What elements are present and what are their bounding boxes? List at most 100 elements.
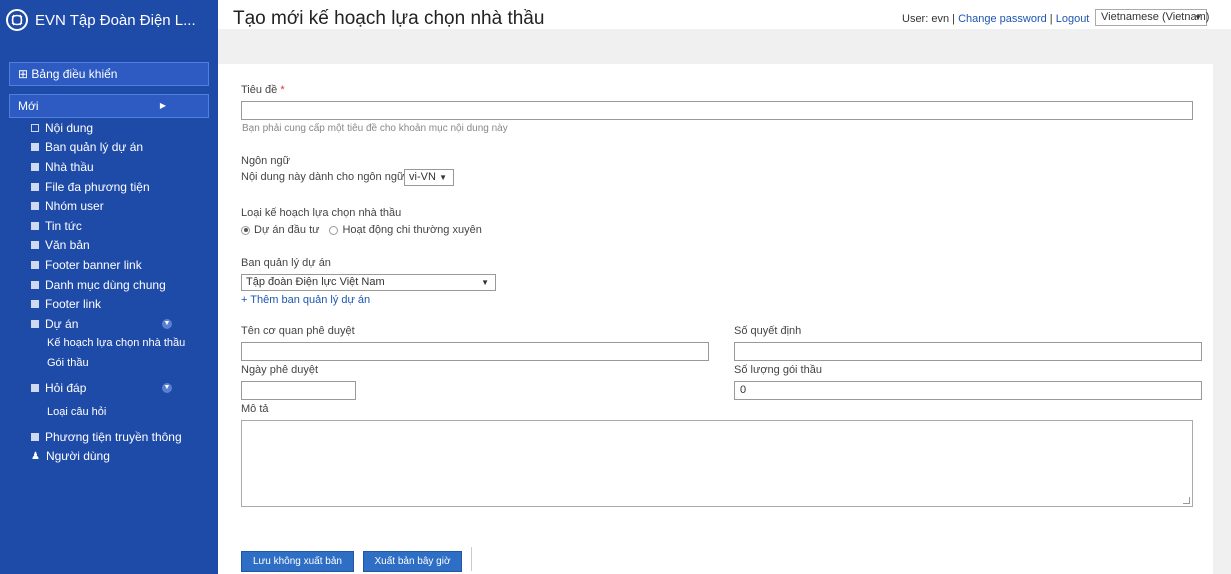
sidebar-item-hoi-dap[interactable]: Hỏi đáp ▼ [0,378,218,398]
sidebar-item-label: Người dùng [45,449,110,464]
sidebar-item-loai-cau-hoi[interactable]: Loại câu hỏi [0,402,218,422]
language-code-select[interactable]: vi-VN ▼ [404,169,454,186]
list-icon [31,280,39,289]
sidebar-item-file[interactable]: File đa phương tiện [0,177,218,197]
list-icon [31,182,39,191]
sidebar-item-label: Văn bản [45,238,90,253]
radio-du-an-dau-tu[interactable] [241,225,250,235]
required-mark: * [280,84,285,96]
brand[interactable]: EVN Tập Đoàn Điện L... [6,7,196,33]
sidebar-dashboard[interactable]: ⊞ Bảng điều khiển [9,62,209,86]
sidebar-item-label: Danh mục dùng chung [45,277,166,292]
sidebar-item-nhom-user[interactable]: Nhóm user [0,196,218,216]
language-desc: Nội dung này dành cho ngôn ngữ [241,171,405,183]
dropdown-arrow-icon: ▼ [439,173,447,182]
sidebar-item-label: Kế hoạch lựa chọn nhà thầu [47,337,186,350]
sidebar-new-label: Mới [18,99,39,113]
title-input[interactable] [241,101,1193,120]
media-icon [31,432,39,441]
evn-logo-icon [6,9,28,31]
plan-type-label: Loại kế hoạch lựa chọn nhà thầu [241,207,402,219]
sidebar-item-label: Hỏi đáp [45,380,87,395]
sidebar-item-ban-quan-ly[interactable]: Ban quản lý dự án [0,138,218,158]
description-label: Mô tả [241,403,269,415]
sidebar-item-nha-thau[interactable]: Nhà thầu [0,157,218,177]
sidebar-item-goi-thau[interactable]: Gói thầu [0,353,218,373]
sidebar-item-label: Nhà thầu [45,159,94,174]
sidebar-item-ke-hoach[interactable]: Kế hoạch lựa chọn nhà thầu [0,334,218,354]
language-code-value: vi-VN [409,171,436,183]
chevron-down-icon[interactable]: ▼ [162,318,172,329]
separator: | [952,13,955,25]
sidebar-item-footer-banner[interactable]: Footer banner link [0,255,218,275]
sidebar-item-nguoi-dung[interactable]: ♟ Người dùng [0,447,218,467]
sidebar-item-label: File đa phương tiện [45,179,150,194]
description-textarea[interactable] [241,420,1193,507]
sidebar-item-tin-tuc[interactable]: Tin tức [0,216,218,236]
sidebar-item-footer-link[interactable]: Footer link [0,294,218,314]
user-name: User: evn [902,13,950,25]
approve-date-input[interactable] [241,381,356,400]
approver-input[interactable] [241,342,709,361]
brand-name: EVN Tập Đoàn Điện L... [35,11,196,29]
package-count-label: Số lượng gói thầu [734,364,822,376]
sidebar-item-label: Footer link [45,297,102,312]
sidebar-dashboard-label: ⊞ Bảng điều khiển [18,67,118,81]
list-icon [31,143,39,152]
approve-date-label: Ngày phê duyệt [241,364,319,376]
title-label: Tiêu đề * [241,84,285,96]
page-title: Tạo mới kế hoạch lựa chọn nhà thầu [233,8,545,29]
chevron-down-icon[interactable]: ▼ [162,382,172,393]
sidebar-item-noi-dung[interactable]: Nội dung [0,118,218,138]
title-label-text: Tiêu đề [241,84,278,96]
list-icon [31,221,39,230]
list-icon [31,319,39,328]
dropdown-arrow-icon: ▼ [1194,13,1202,22]
sidebar-item-label: Gói thầu [47,356,89,369]
decision-input[interactable] [734,342,1202,361]
sidebar-nav: Nội dung Ban quản lý dự án Nhà thầu File… [0,118,218,466]
sidebar-item-label: Ban quản lý dự án [45,140,144,155]
sidebar-item-label: Loại câu hỏi [47,406,107,419]
list-icon [31,383,39,392]
chevron-right-icon: ▶ [159,101,167,110]
radio-hoat-dong-chi[interactable] [329,225,339,235]
radio-label: Dự án đầu tư [254,224,320,236]
sidebar-item-van-ban[interactable]: Văn bản [0,236,218,256]
radio-label: Hoạt động chi thường xuyên [342,224,482,236]
logout-link[interactable]: Logout [1056,13,1090,25]
save-unpublished-button[interactable]: Lưu không xuất bản [241,551,354,572]
list-icon [31,202,39,211]
resize-handle-icon[interactable] [1183,497,1190,504]
user-icon: ♟ [31,450,40,462]
list-icon [31,300,39,309]
add-board-link[interactable]: + Thêm ban quản lý dự án [241,294,370,306]
sidebar-item-label: Footer banner link [45,257,142,272]
board-select-value: Tập đoàn Điện lực Việt Nam [246,276,385,288]
list-icon [31,162,39,171]
dropdown-arrow-icon: ▼ [481,278,489,287]
list-icon [31,260,39,269]
package-count-input[interactable]: 0 [734,381,1202,400]
sidebar-item-label: Nhóm user [45,199,104,214]
board-label: Ban quản lý dự án [241,257,331,269]
board-select[interactable]: Tập đoàn Điện lực Việt Nam ▼ [241,274,496,291]
panel-header-band [218,29,1231,64]
sidebar-item-phuong-tien[interactable]: Phương tiện truyền thông [0,427,218,447]
publish-now-button[interactable]: Xuất bản bây giờ [363,551,462,572]
sidebar-item-danh-muc[interactable]: Danh mục dùng chung [0,275,218,295]
sidebar-item-label: Tin tức [45,218,82,233]
separator: | [1049,13,1053,25]
language-label: Ngôn ngữ [241,155,290,167]
user-links: User: evn | Change password | Logout [902,13,1089,25]
change-password-link[interactable]: Change password [958,13,1047,25]
divider [471,547,472,571]
sidebar-new-menu[interactable]: Mới ▶ [9,94,209,118]
sidebar-item-du-an[interactable]: Dự án ▼ [0,314,218,334]
sidebar-item-label: Phương tiện truyền thông [45,429,182,444]
title-hint: Bạn phải cung cấp một tiêu đề cho khoản … [242,123,508,134]
decision-label: Số quyết định [734,325,802,337]
language-select[interactable]: Vietnamese (Vietnam) ▼ [1095,9,1209,26]
panel-right-band [1213,64,1231,574]
approver-label: Tên cơ quan phê duyệt [241,325,355,337]
